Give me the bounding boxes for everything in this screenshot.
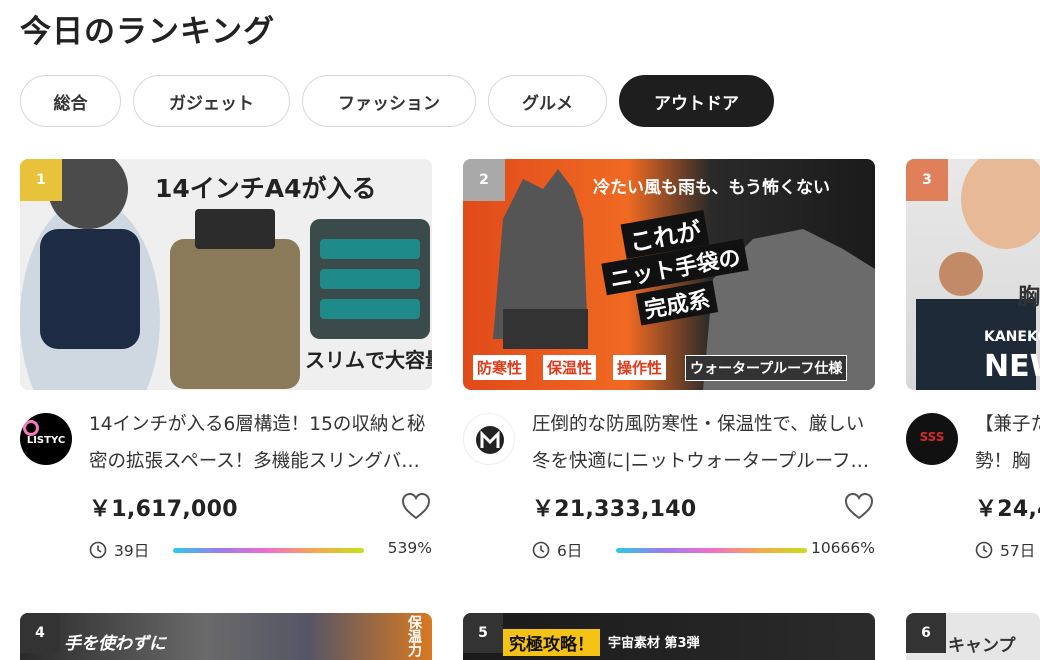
tab-all[interactable]: 総合	[20, 75, 121, 127]
funding-amount: ￥21,333,140	[532, 497, 697, 522]
heart-icon[interactable]	[401, 492, 431, 520]
image-caption: KANEKO	[984, 329, 1040, 345]
ranking-card-4[interactable]: 手を使わずに 保温力 4	[20, 613, 432, 660]
ranking-card-5[interactable]: 究極攻略！ 宇宙素材 第3弾 5	[463, 613, 875, 660]
shop-avatar[interactable]	[463, 413, 515, 465]
days-remaining: 6日	[557, 542, 583, 560]
product-description[interactable]: 【兼子ただし監修】胸を張った美しい姿勢！胸	[975, 406, 1040, 480]
image-caption: 手を使わずに	[64, 634, 166, 654]
shop-logo-text: SSS	[919, 430, 945, 444]
achievement-percent: 10666%	[810, 539, 875, 557]
tab-fashion[interactable]: ファッション	[302, 75, 476, 127]
rank-badge: 5	[463, 613, 503, 653]
tab-outdoor[interactable]: アウトドア	[619, 75, 774, 127]
feature-tag: ウォータープルーフ仕様	[685, 355, 848, 381]
funding-amount: ￥24,4	[975, 497, 1040, 522]
ranking-card-6[interactable]: キャンプ 6	[906, 613, 1040, 660]
achievement-percent: 539%	[387, 539, 432, 557]
image-caption: キャンプ	[948, 636, 1016, 656]
image-caption: 14インチA4が入る	[155, 174, 377, 203]
progress-bar	[616, 548, 807, 553]
days-remaining: 39日	[114, 542, 150, 560]
image-caption: 保温力	[406, 615, 422, 657]
logo-ring-icon	[23, 420, 39, 436]
progress-bar	[173, 548, 364, 553]
product-image[interactable]: 14インチA4が入る スリムで大容量 1	[20, 159, 432, 390]
tab-gadget[interactable]: ガジェット	[133, 75, 290, 127]
image-caption: 宇宙素材 第3弾	[608, 636, 700, 651]
product-image[interactable]: ‍ 胸 KANEKO NEW 3	[906, 159, 1040, 390]
rank-badge: 6	[906, 613, 946, 653]
shop-avatar[interactable]: LISTYC	[20, 413, 72, 465]
product-description[interactable]: 圧倒的な防風防寒性・保温性で、厳しい冬を快適に|ニットウォータープルーフ手袋	[532, 406, 872, 480]
clock-icon	[532, 541, 550, 559]
rank-badge: 2	[463, 159, 505, 201]
shop-avatar[interactable]: SSS	[906, 413, 958, 465]
heart-icon[interactable]	[844, 492, 874, 520]
ranking-card-1[interactable]: 14インチA4が入る スリムで大容量 1 LISTYC 14インチが入る6層構造…	[20, 159, 432, 560]
product-image[interactable]: 冷たい風も雨も、もう怖くない これが ニット手袋の 完成系 防寒性 保温性 操作…	[463, 159, 875, 390]
shop-logo-text: LISTYC	[26, 435, 66, 446]
image-caption: スリムで大容量	[305, 348, 432, 372]
page-title: 今日のランキング	[20, 14, 276, 50]
feature-tag: 防寒性	[473, 355, 527, 380]
image-caption: 究極攻略！	[503, 629, 600, 656]
clock-icon	[89, 541, 107, 559]
ranking-card-2[interactable]: 冷たい風も雨も、もう怖くない これが ニット手袋の 完成系 防寒性 保温性 操作…	[463, 159, 875, 560]
image-caption: 胸	[1018, 285, 1040, 310]
feature-tag: 操作性	[613, 355, 667, 380]
rank-badge: 4	[20, 613, 60, 653]
image-caption: NEW	[984, 349, 1040, 384]
product-description[interactable]: 14インチが入る6層構造！15の収納と秘密の拡張スペース！多機能スリングバッグ	[89, 406, 429, 480]
tab-gourmet[interactable]: グルメ	[488, 75, 607, 127]
rank-badge: 1	[20, 159, 62, 201]
image-caption: 冷たい風も雨も、もう怖くない	[593, 178, 830, 198]
ranking-card-3[interactable]: ‍ 胸 KANEKO NEW 3 SSS 【兼子ただし監修】胸を張った美しい姿勢…	[906, 159, 1040, 579]
shop-logo-icon	[476, 426, 504, 454]
category-tabs: 総合 ガジェット ファッション グルメ アウトドア	[20, 75, 786, 127]
clock-icon	[975, 541, 993, 559]
days-remaining: 57日	[1000, 542, 1036, 560]
feature-tag: 保温性	[543, 355, 597, 380]
rank-badge: 3	[906, 159, 948, 201]
funding-amount: ￥1,617,000	[89, 497, 238, 522]
